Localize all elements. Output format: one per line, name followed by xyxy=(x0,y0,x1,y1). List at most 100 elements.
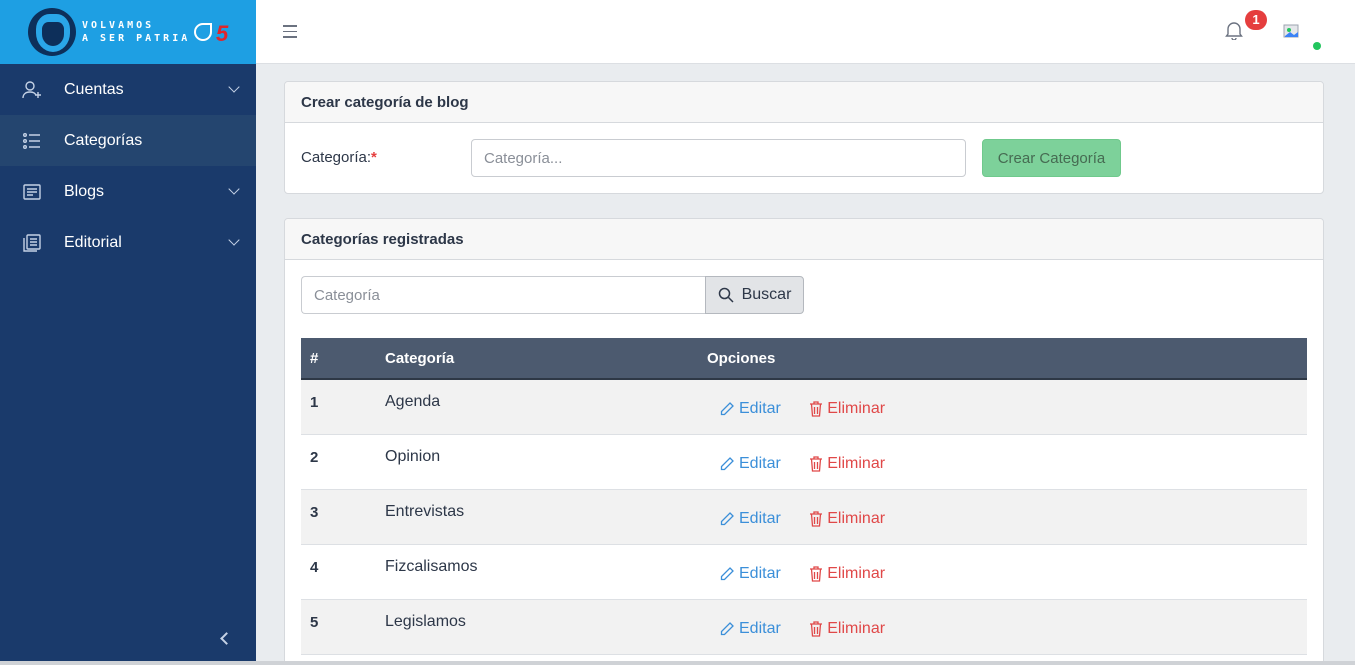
row-options: Editar Eliminar xyxy=(707,489,1307,544)
edit-label: Editar xyxy=(739,564,781,582)
delete-label: Eliminar xyxy=(827,619,886,637)
delete-button[interactable]: Eliminar xyxy=(809,400,885,418)
column-header-options: Opciones xyxy=(707,349,776,367)
trash-icon xyxy=(810,455,823,472)
category-field-label: Categoría:* xyxy=(301,149,377,166)
sidebar-item-categorias[interactable]: Categorías xyxy=(0,115,256,166)
user-add-icon xyxy=(22,80,42,100)
edit-button[interactable]: Editar xyxy=(719,510,781,528)
delete-button[interactable]: Eliminar xyxy=(809,565,885,583)
trash-icon xyxy=(810,401,823,417)
brand-logo: VOLVAMOS A SER PATRIA 5 xyxy=(28,8,228,56)
edit-button[interactable]: Editar xyxy=(719,565,781,583)
brand-header[interactable]: VOLVAMOS A SER PATRIA 5 xyxy=(0,0,256,64)
row-number: 5 xyxy=(310,613,319,631)
collapse-sidebar-button[interactable] xyxy=(215,627,233,649)
table-row: 4 Fizcalisamos Editar Eliminar xyxy=(301,544,1307,599)
edit-button[interactable]: Editar xyxy=(719,620,781,638)
row-options: Editar Eliminar xyxy=(707,544,1307,599)
brand-mark: 5 xyxy=(194,17,228,47)
document-icon xyxy=(22,182,42,202)
category-field-label-text: Categoría: xyxy=(301,149,372,166)
table-row: 5 Legislamos Editar Eliminar xyxy=(301,599,1307,654)
delete-label: Eliminar xyxy=(827,454,886,472)
brand-wing xyxy=(194,23,213,41)
create-category-title: Crear categoría de blog xyxy=(285,82,1323,123)
pencil-icon xyxy=(720,402,734,416)
brand-text: VOLVAMOS A SER PATRIA xyxy=(82,19,190,45)
edit-label: Editar xyxy=(739,509,781,527)
table-header-row: # Categoría Opciones xyxy=(301,338,1307,379)
sidebar-item-label: Blogs xyxy=(64,182,105,200)
sidebar-item-cuentas[interactable]: Cuentas xyxy=(0,64,256,115)
delete-label: Eliminar xyxy=(827,400,886,417)
menu-toggle-icon[interactable] xyxy=(283,25,297,38)
trash-icon xyxy=(810,510,823,527)
row-category-name: Legislamos xyxy=(385,612,466,630)
row-number: 4 xyxy=(310,558,319,576)
delete-label: Eliminar xyxy=(827,564,886,582)
pencil-icon xyxy=(720,511,734,525)
brand-portrait xyxy=(28,8,76,56)
horizontal-scrollbar[interactable] xyxy=(0,661,1355,665)
row-options: Editar Eliminar xyxy=(707,434,1307,489)
chevron-left-icon xyxy=(219,631,233,645)
table-row: 1 Agenda Editar Eliminar xyxy=(301,379,1307,434)
edit-label: Editar xyxy=(739,454,781,472)
sidebar-item-label: Cuentas xyxy=(64,80,124,98)
pencil-icon xyxy=(720,621,734,635)
avatar[interactable] xyxy=(1283,22,1303,42)
trash-icon xyxy=(810,620,823,637)
search-icon xyxy=(718,287,734,303)
edit-button[interactable]: Editar xyxy=(719,400,781,418)
row-number: 1 xyxy=(310,394,319,411)
sidebar-item-blogs[interactable]: Blogs xyxy=(0,166,256,217)
create-category-button[interactable]: Crear Categoría xyxy=(982,139,1121,177)
pencil-icon xyxy=(720,566,734,580)
column-header-category: Categoría xyxy=(385,349,455,367)
edit-button[interactable]: Editar xyxy=(719,455,781,473)
brand-mark-number: 5 xyxy=(216,21,229,46)
row-category-name: Opinion xyxy=(385,447,441,465)
edit-label: Editar xyxy=(739,400,781,417)
row-category-name: Agenda xyxy=(385,393,441,410)
search-group: Buscar xyxy=(301,276,804,314)
brand-text-line1: VOLVAMOS xyxy=(82,20,155,31)
required-mark: * xyxy=(371,149,377,166)
notification-badge: 1 xyxy=(1245,10,1267,30)
delete-button[interactable]: Eliminar xyxy=(809,510,885,528)
row-number: 3 xyxy=(310,503,319,521)
sidebar: VOLVAMOS A SER PATRIA 5 Cuentas Categorí… xyxy=(0,0,256,665)
registered-categories-title: Categorías registradas xyxy=(285,219,1323,260)
topbar: 1 xyxy=(256,0,1355,64)
row-number: 2 xyxy=(310,448,319,466)
delete-button[interactable]: Eliminar xyxy=(809,620,885,638)
row-options: Editar Eliminar xyxy=(707,599,1307,654)
delete-label: Eliminar xyxy=(827,509,886,527)
categories-table: # Categoría Opciones 1 Agenda Editar Eli… xyxy=(301,338,1307,655)
sidebar-item-editorial[interactable]: Editorial xyxy=(0,217,256,268)
copy-icon xyxy=(22,233,42,253)
table-row: 3 Entrevistas Editar Eliminar xyxy=(301,489,1307,544)
column-header-number: # xyxy=(310,349,319,367)
category-name-input[interactable] xyxy=(471,139,966,177)
sidebar-item-label: Categorías xyxy=(64,131,143,149)
row-category-name: Fizcalisamos xyxy=(385,557,478,575)
online-status-dot xyxy=(1313,42,1321,50)
search-input[interactable] xyxy=(301,276,705,314)
table-row: 2 Opinion Editar Eliminar xyxy=(301,434,1307,489)
sidebar-item-label: Editorial xyxy=(64,233,122,251)
search-button-label: Buscar xyxy=(741,286,792,303)
delete-button[interactable]: Eliminar xyxy=(809,455,885,473)
edit-label: Editar xyxy=(739,619,781,637)
create-category-form: Categoría:* Crear Categoría xyxy=(285,123,1323,193)
bell-icon[interactable] xyxy=(1225,20,1243,41)
search-button[interactable]: Buscar xyxy=(705,276,804,314)
create-category-card: Crear categoría de blog Categoría:* Crea… xyxy=(284,81,1324,194)
trash-icon xyxy=(810,565,823,582)
row-options: Editar Eliminar xyxy=(707,379,1307,434)
list-icon xyxy=(22,131,42,151)
sidebar-nav: Cuentas Categorías Blogs Editorial xyxy=(0,64,256,268)
row-category-name: Entrevistas xyxy=(385,502,465,520)
registered-categories-card: Categorías registradas Buscar # Categorí… xyxy=(284,218,1324,665)
